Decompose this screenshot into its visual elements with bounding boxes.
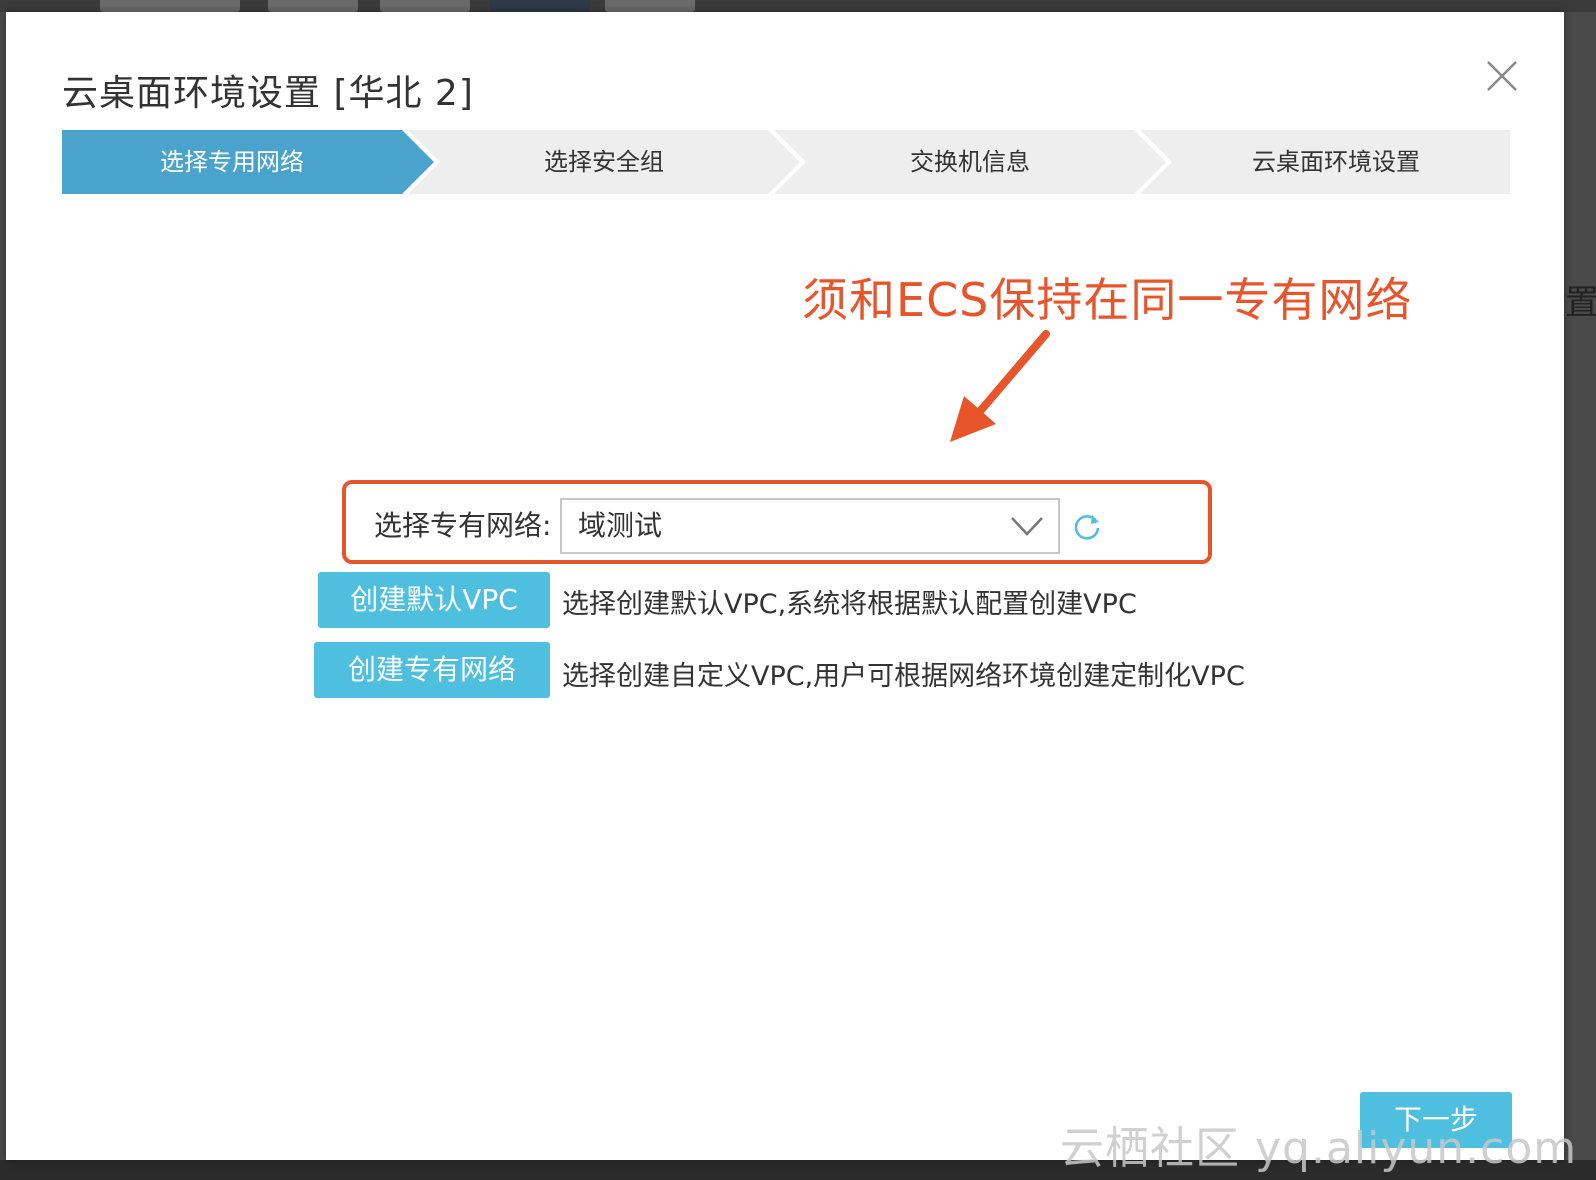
step-select-security-group: 选择安全组 xyxy=(544,148,664,176)
step-select-vpc: 选择专用网络 xyxy=(160,148,304,176)
modal-title: 云桌面环境设置 [华北 2] xyxy=(62,73,474,114)
vpc-select-label: 选择专有网络: xyxy=(374,509,552,542)
background-topbar xyxy=(0,0,1596,12)
background-tab xyxy=(268,0,358,12)
step-switch-info: 交换机信息 xyxy=(910,148,1030,176)
vpc-select-value: 域测试 xyxy=(578,509,663,542)
step-wizard: 选择专用网络 选择安全组 交换机信息 云桌面环境设置 xyxy=(62,130,1510,194)
background-text: 置 xyxy=(1565,283,1596,323)
annotation-arrow-icon xyxy=(950,330,1050,442)
create-custom-vpc-description: 选择创建自定义VPC,用户可根据网络环境创建定制化VPC xyxy=(562,661,1245,692)
create-default-vpc-description: 选择创建默认VPC,系统将根据默认配置创建VPC xyxy=(562,589,1137,620)
background-tab xyxy=(100,0,240,12)
close-icon[interactable] xyxy=(1484,58,1520,94)
modal-dialog: 云桌面环境设置 [华北 2] 选择专用网络 选择安全组 交换机信息 云桌面环境设… xyxy=(6,12,1564,1160)
watermark-text: 云栖社区 yq.aliyun.com xyxy=(1060,1123,1578,1174)
step-desktop-settings: 云桌面环境设置 xyxy=(1252,148,1420,176)
annotation-text: 须和ECS保持在同一专有网络 xyxy=(802,273,1413,327)
background-tab xyxy=(605,0,695,12)
vpc-select[interactable]: 域测试 xyxy=(560,498,1060,554)
chevron-down-icon xyxy=(1011,517,1043,536)
create-default-vpc-button[interactable]: 创建默认VPC xyxy=(318,572,550,628)
create-custom-vpc-button[interactable]: 创建专有网络 xyxy=(314,642,550,698)
refresh-icon[interactable] xyxy=(1072,512,1102,542)
background-tab xyxy=(380,0,470,12)
background-tab xyxy=(490,0,590,12)
